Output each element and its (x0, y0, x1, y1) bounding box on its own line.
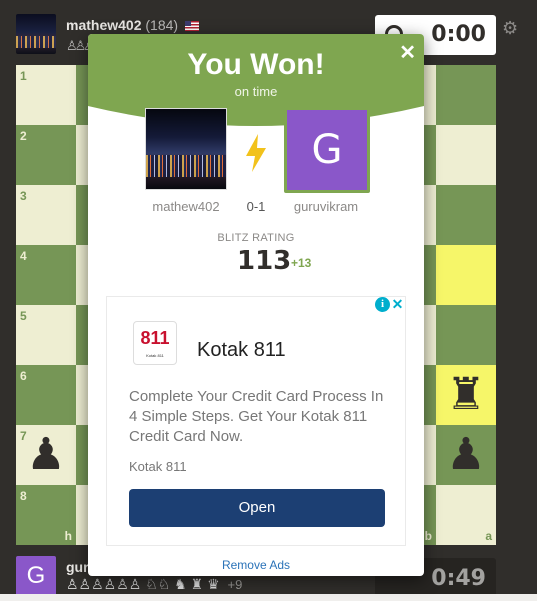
winner-username[interactable]: mathew402 (128, 199, 244, 214)
ad-open-button[interactable]: Open (129, 489, 385, 527)
ad-advertiser: Kotak 811 (129, 459, 187, 474)
gear-icon[interactable]: ⚙ (502, 18, 518, 39)
opponent-avatar[interactable]: G (284, 107, 370, 193)
top-player-name[interactable]: mathew402 (66, 17, 141, 33)
file-label: h (64, 529, 72, 543)
ad-logo-caption: Kotak 811 (146, 353, 164, 358)
winner-avatar[interactable] (145, 108, 227, 190)
rank-label: 1 (20, 69, 27, 83)
black-pawn-piece[interactable]: ♟ (16, 425, 76, 485)
file-label: a (485, 529, 492, 543)
game-over-modal: You Won! on time ✕ G mathew402 0-1 guruv… (88, 34, 424, 576)
captured-pieces-glyphs: ♙♙♙♙♙♙ ♘♘ ♞ ♜ ♛ (66, 576, 220, 592)
board-square[interactable]: 1 (16, 65, 76, 125)
modal-header: You Won! on time ✕ (88, 34, 424, 142)
file-label: b (424, 529, 432, 543)
top-player-rating: (184) (145, 17, 179, 33)
board-square[interactable] (436, 245, 496, 305)
board-square[interactable]: 5 (16, 305, 76, 365)
modal-title: You Won! (187, 48, 325, 81)
top-clock-time: 0:00 (431, 22, 486, 47)
modal-subtitle: on time (234, 84, 278, 99)
board-square[interactable]: 6 (16, 365, 76, 425)
us-flag-icon (184, 21, 199, 32)
remove-ads-link[interactable]: Remove Ads (88, 558, 424, 572)
rank-label: 4 (20, 249, 27, 263)
rating-value: 113 (237, 246, 292, 276)
rank-label: 8 (20, 489, 27, 503)
ad-logo[interactable]: 811 Kotak 811 (133, 321, 177, 365)
rating-label: BLITZ RATING (217, 232, 295, 244)
opponent-username[interactable]: guruvikram (268, 199, 384, 214)
ad-close-icon[interactable]: ✕ (390, 297, 405, 312)
bottom-player-captured-pieces: ♙♙♙♙♙♙ ♘♘ ♞ ♜ ♛ +9 (66, 576, 242, 593)
ad-brand-name[interactable]: Kotak 811 (197, 339, 286, 362)
bottom-player-name[interactable]: gur (66, 559, 89, 575)
lightning-bolt-icon (246, 134, 266, 172)
board-square[interactable]: 7 ♟ (16, 425, 76, 485)
board-square[interactable] (436, 305, 496, 365)
black-pawn-piece[interactable]: ♟ (436, 425, 496, 485)
rank-label: 5 (20, 309, 27, 323)
top-player-name-line: mathew402 (184) (66, 17, 199, 33)
board-square[interactable]: a (436, 485, 496, 545)
board-square[interactable]: 2 (16, 125, 76, 185)
ad-info-icon[interactable]: i (375, 297, 390, 312)
board-square[interactable] (436, 185, 496, 245)
ad-logo-number: 811 (140, 328, 170, 348)
material-advantage: +9 (227, 577, 243, 592)
rating-change: +13 (291, 256, 312, 270)
advertisement[interactable]: i ✕ 811 Kotak 811 Kotak 811 Complete You… (106, 296, 406, 546)
close-icon[interactable]: ✕ (399, 40, 416, 65)
rank-label: 2 (20, 129, 27, 143)
rank-label: 6 (20, 369, 27, 383)
black-rook-piece[interactable]: ♜ (436, 365, 496, 425)
board-square[interactable]: 4 (16, 245, 76, 305)
ad-choices[interactable]: i ✕ (375, 297, 405, 312)
board-square[interactable]: ♟ (436, 425, 496, 485)
ad-description[interactable]: Complete Your Credit Card Process In 4 S… (129, 387, 391, 447)
bottom-player-avatar[interactable]: G (16, 556, 56, 596)
board-square[interactable]: 8h (16, 485, 76, 545)
move-list-strip (0, 594, 537, 601)
board-square[interactable] (436, 125, 496, 185)
board-square[interactable]: 3 (16, 185, 76, 245)
top-player-avatar[interactable] (16, 14, 56, 54)
board-square[interactable] (436, 65, 496, 125)
board-square[interactable]: ♜ (436, 365, 496, 425)
rank-label: 3 (20, 189, 27, 203)
